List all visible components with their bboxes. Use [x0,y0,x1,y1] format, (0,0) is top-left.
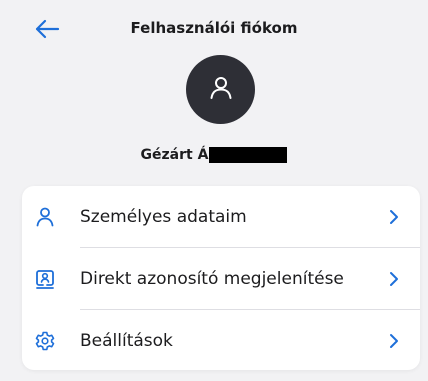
gear-icon [32,328,58,354]
menu-item-label: Direkt azonosító megjelenítése [80,268,344,289]
chevron-right-icon [386,331,402,351]
menu-item-direct-id[interactable]: Direkt azonosító megjelenítése [22,248,420,309]
menu-item-label: Beállítások [80,330,173,351]
menu-item-settings[interactable]: Beállítások [22,310,420,371]
id-card-icon [32,266,58,292]
menu-item-label: Személyes adataim [80,206,247,227]
person-icon [207,74,235,106]
menu-item-personal-data[interactable]: Személyes adataim [22,186,420,247]
page-title: Felhasználói fiókom [130,19,298,37]
user-name: Gézárt Á [140,147,209,163]
chevron-right-icon [386,207,402,227]
avatar [186,55,255,124]
chevron-right-icon [386,269,402,289]
app-header: Felhasználói fiókom [0,0,428,60]
account-menu-card: Személyes adataim Direkt azonosító megje… [22,186,420,370]
name-redaction [209,147,288,163]
user-name-row: Gézárt Á [0,147,428,163]
person-outline-icon [32,204,58,230]
